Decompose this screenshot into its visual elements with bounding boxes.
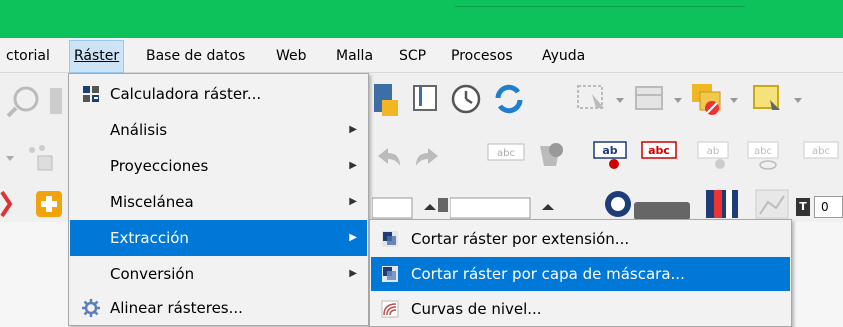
submenu-item-clip-by-mask[interactable]: Cortar ráster por capa de máscara... [371,257,790,291]
highlight-label-icon[interactable]: abc [638,138,684,172]
menu-ayuda[interactable]: Ayuda [538,40,589,73]
attribute-table-icon[interactable] [632,82,688,116]
menu-scp[interactable]: SCP [395,40,430,73]
submenu-arrow-icon: ▶ [349,232,357,243]
raster-histogram-icon[interactable] [752,186,792,220]
submenu-item-contours[interactable]: Curvas de nivel... [371,292,790,326]
add-layer-icon[interactable] [0,188,70,220]
pin-label-icon[interactable]: ab [590,138,636,172]
menu-malla[interactable]: Malla [332,40,377,73]
clip-by-extent-icon [382,231,398,247]
submenu-arrow-icon: ▶ [349,268,357,279]
submenu-item-label: Curvas de nivel... [411,300,542,318]
menu-item-label: Miscelánea [110,193,194,211]
select-by-value-icon[interactable] [750,80,810,118]
svg-text:abc: abc [648,144,670,157]
band-render-icon[interactable] [604,188,694,220]
undo-icon[interactable] [372,142,406,172]
menu-item-analysis[interactable]: Análisis ▶ [70,112,367,148]
menu-raster[interactable]: Ráster [69,40,125,73]
zoom-icon[interactable] [4,84,64,118]
menu-item-label: Extracción [110,229,189,247]
digitize-icon[interactable] [2,140,62,174]
select-features-icon[interactable] [574,82,630,116]
menu-item-extraction[interactable]: Extracción ▶ [70,220,367,256]
menu-item-raster-calculator[interactable]: Calculadora ráster... [70,76,367,112]
align-rasters-icon [82,299,100,317]
map-book-icon[interactable] [410,82,442,116]
svg-text:abc: abc [812,146,830,157]
svg-text:abc: abc [497,148,515,159]
move-label-icon[interactable]: ab [694,138,738,172]
submenu-item-clip-by-extent[interactable]: Cortar ráster por extensión... [371,222,790,256]
svg-text:ab: ab [602,144,617,157]
title-bar-line [455,6,745,7]
menu-vectorial[interactable]: ctorial [2,40,54,73]
rotate-label-icon[interactable]: abc [800,138,840,172]
menu-item-align-rasters[interactable]: Alinear rásteres... [70,290,367,326]
submenu-arrow-icon: ▶ [349,196,357,207]
contour-icon [381,300,399,318]
submenu-item-label: Cortar ráster por capa de máscara... [411,265,685,283]
label-abc-icon[interactable]: abc [482,140,532,170]
text-size-field[interactable]: 0 [814,196,843,218]
min-max-spinbox[interactable] [372,196,448,220]
raster-menu: Calculadora ráster... Análisis ▶ Proyecc… [68,73,369,326]
menu-item-label: Conversión [110,265,195,283]
svg-text:abc: abc [754,146,772,157]
menu-item-label: Proyecciones [110,157,209,175]
menu-bar: ctorial Ráster Base de datos Web Malla S… [0,40,843,73]
clock-icon[interactable] [449,82,483,116]
extraction-submenu: Cortar ráster por extensión... Cortar rá… [369,219,792,327]
label-style-icon[interactable] [534,138,574,172]
menu-item-miscellaneous[interactable]: Miscelánea ▶ [70,184,367,220]
menu-procesos[interactable]: Procesos [447,40,517,73]
raster-color-icon[interactable] [702,186,742,220]
deselect-icon[interactable] [688,80,744,118]
menu-item-label: Calculadora ráster... [110,85,262,103]
menu-web[interactable]: Web [272,40,311,73]
menu-item-projections[interactable]: Proyecciones ▶ [70,148,367,184]
menu-database[interactable]: Base de datos [142,40,249,73]
submenu-arrow-icon: ▶ [349,160,357,171]
calculator-icon [83,86,99,102]
title-bar [0,0,843,38]
max-value-spinbox[interactable] [450,196,564,220]
menu-item-label: Alinear rásteres... [110,299,243,317]
layout-icon[interactable] [372,82,406,118]
submenu-item-label: Cortar ráster por extensión... [411,230,630,248]
redo-icon[interactable] [410,142,444,172]
refresh-icon[interactable] [492,82,526,116]
text-format-icon[interactable]: T [796,198,810,216]
clip-by-mask-icon [382,266,398,282]
svg-text:ab: ab [707,146,719,157]
show-hide-label-icon[interactable]: abc [744,138,788,172]
menu-item-conversion[interactable]: Conversión ▶ [70,256,367,292]
menu-item-label: Análisis [110,121,168,139]
submenu-arrow-icon: ▶ [349,124,357,135]
